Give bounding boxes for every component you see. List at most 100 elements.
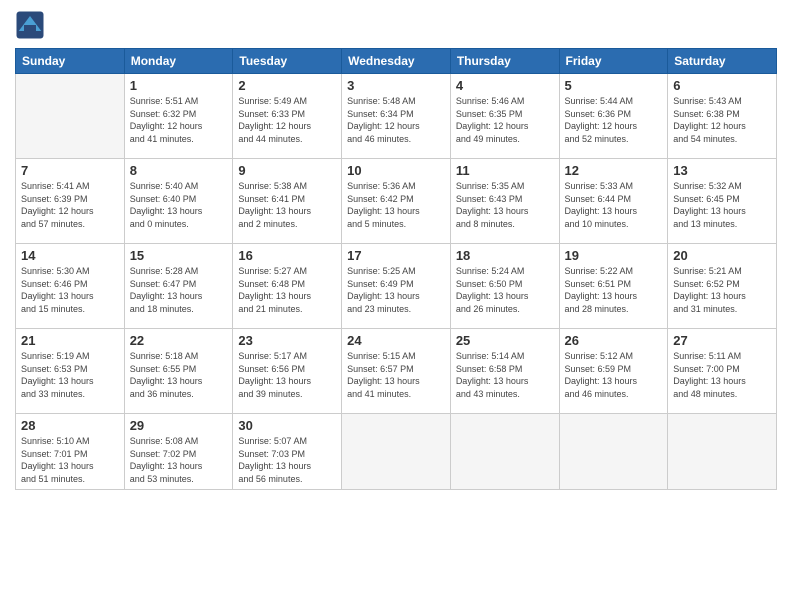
calendar-cell: 25 Sunrise: 5:14 AM Sunset: 6:58 PM Dayli… [450, 329, 559, 414]
calendar-cell: 16Sunrise: 5:27 AM Sunset: 6:48 PM Dayli… [233, 244, 342, 329]
day-number: 7 [21, 163, 119, 178]
calendar-cell: 5 Sunrise: 5:44 AM Sunset: 6:36 PM Daylig… [559, 74, 668, 159]
calendar-cell: 7Sunrise: 5:41 AM Sunset: 6:39 PM Daylig… [16, 159, 125, 244]
day-number: 13 [673, 163, 771, 178]
calendar-cell: 6 Sunrise: 5:43 AM Sunset: 6:38 PM Daylig… [668, 74, 777, 159]
day-number: 9 [238, 163, 336, 178]
day-number: 8 [130, 163, 228, 178]
day-number: 4 [456, 78, 554, 93]
calendar-cell: 17 Sunrise: 5:25 AM Sunset: 6:49 PM Dayli… [342, 244, 451, 329]
calendar-cell: 1 Sunrise: 5:51 AM Sunset: 6:32 PM Daylig… [124, 74, 233, 159]
calendar-cell: 12 Sunrise: 5:33 AM Sunset: 6:44 PM Dayli… [559, 159, 668, 244]
weekday-header-row: SundayMondayTuesdayWednesdayThursdayFrid… [16, 49, 777, 74]
calendar-cell: 14 Sunrise: 5:30 AM Sunset: 6:46 PM Dayli… [16, 244, 125, 329]
calendar-cell: 19 Sunrise: 5:22 AM Sunset: 6:51 PM Dayli… [559, 244, 668, 329]
calendar-cell [16, 74, 125, 159]
calendar-cell: 15 Sunrise: 5:28 AM Sunset: 6:47 PM Dayli… [124, 244, 233, 329]
calendar-table: SundayMondayTuesdayWednesdayThursdayFrid… [15, 48, 777, 490]
calendar-cell: 24 Sunrise: 5:15 AM Sunset: 6:57 PM Dayli… [342, 329, 451, 414]
calendar-cell: 29 Sunrise: 5:08 AM Sunset: 7:02 PM Dayli… [124, 414, 233, 490]
day-number: 18 [456, 248, 554, 263]
weekday-header-friday: Friday [559, 49, 668, 74]
calendar-cell: 18 Sunrise: 5:24 AM Sunset: 6:50 PM Dayli… [450, 244, 559, 329]
day-number: 15 [130, 248, 228, 263]
weekday-header-monday: Monday [124, 49, 233, 74]
day-number: 10 [347, 163, 445, 178]
weekday-header-saturday: Saturday [668, 49, 777, 74]
calendar-cell: 26 Sunrise: 5:12 AM Sunset: 6:59 PM Dayli… [559, 329, 668, 414]
day-number: 28 [21, 418, 119, 433]
day-number: 27 [673, 333, 771, 348]
weekday-header-sunday: Sunday [16, 49, 125, 74]
day-number: 6 [673, 78, 771, 93]
calendar-cell: 20Sunrise: 5:21 AM Sunset: 6:52 PM Dayli… [668, 244, 777, 329]
day-info: Sunrise: 5:44 AM Sunset: 6:36 PM Dayligh… [565, 95, 663, 145]
calendar-cell [668, 414, 777, 490]
day-info: Sunrise: 5:25 AM Sunset: 6:49 PM Dayligh… [347, 265, 445, 315]
calendar-cell [559, 414, 668, 490]
day-info: Sunrise: 5:18 AM Sunset: 6:55 PM Dayligh… [130, 350, 228, 400]
day-info: Sunrise: 5:21 AM Sunset: 6:52 PM Dayligh… [673, 265, 771, 315]
day-info: Sunrise: 5:14 AM Sunset: 6:58 PM Dayligh… [456, 350, 554, 400]
day-number: 25 [456, 333, 554, 348]
day-number: 17 [347, 248, 445, 263]
logo [15, 10, 49, 40]
calendar-cell: 3 Sunrise: 5:48 AM Sunset: 6:34 PM Daylig… [342, 74, 451, 159]
day-info: Sunrise: 5:10 AM Sunset: 7:01 PM Dayligh… [21, 435, 119, 485]
calendar-cell: 8 Sunrise: 5:40 AM Sunset: 6:40 PM Daylig… [124, 159, 233, 244]
day-info: Sunrise: 5:22 AM Sunset: 6:51 PM Dayligh… [565, 265, 663, 315]
week-row-4: 28 Sunrise: 5:10 AM Sunset: 7:01 PM Dayli… [16, 414, 777, 490]
header [15, 10, 777, 40]
calendar-cell [342, 414, 451, 490]
week-row-2: 14 Sunrise: 5:30 AM Sunset: 6:46 PM Dayli… [16, 244, 777, 329]
day-number: 3 [347, 78, 445, 93]
day-number: 23 [238, 333, 336, 348]
calendar-cell: 27 Sunrise: 5:11 AM Sunset: 7:00 PM Dayli… [668, 329, 777, 414]
calendar-cell: 2 Sunrise: 5:49 AM Sunset: 6:33 PM Daylig… [233, 74, 342, 159]
day-number: 2 [238, 78, 336, 93]
calendar-cell: 9 Sunrise: 5:38 AM Sunset: 6:41 PM Daylig… [233, 159, 342, 244]
week-row-0: 1 Sunrise: 5:51 AM Sunset: 6:32 PM Daylig… [16, 74, 777, 159]
day-info: Sunrise: 5:38 AM Sunset: 6:41 PM Dayligh… [238, 180, 336, 230]
calendar-cell [450, 414, 559, 490]
weekday-header-thursday: Thursday [450, 49, 559, 74]
day-info: Sunrise: 5:08 AM Sunset: 7:02 PM Dayligh… [130, 435, 228, 485]
day-info: Sunrise: 5:35 AM Sunset: 6:43 PM Dayligh… [456, 180, 554, 230]
day-info: Sunrise: 5:15 AM Sunset: 6:57 PM Dayligh… [347, 350, 445, 400]
day-number: 19 [565, 248, 663, 263]
day-number: 11 [456, 163, 554, 178]
calendar-cell: 23 Sunrise: 5:17 AM Sunset: 6:56 PM Dayli… [233, 329, 342, 414]
day-info: Sunrise: 5:24 AM Sunset: 6:50 PM Dayligh… [456, 265, 554, 315]
day-number: 21 [21, 333, 119, 348]
main-container: SundayMondayTuesdayWednesdayThursdayFrid… [0, 0, 792, 500]
day-info: Sunrise: 5:43 AM Sunset: 6:38 PM Dayligh… [673, 95, 771, 145]
day-info: Sunrise: 5:17 AM Sunset: 6:56 PM Dayligh… [238, 350, 336, 400]
day-info: Sunrise: 5:40 AM Sunset: 6:40 PM Dayligh… [130, 180, 228, 230]
day-info: Sunrise: 5:51 AM Sunset: 6:32 PM Dayligh… [130, 95, 228, 145]
day-info: Sunrise: 5:28 AM Sunset: 6:47 PM Dayligh… [130, 265, 228, 315]
day-number: 12 [565, 163, 663, 178]
day-number: 24 [347, 333, 445, 348]
calendar-cell: 11 Sunrise: 5:35 AM Sunset: 6:43 PM Dayli… [450, 159, 559, 244]
day-info: Sunrise: 5:11 AM Sunset: 7:00 PM Dayligh… [673, 350, 771, 400]
day-info: Sunrise: 5:30 AM Sunset: 6:46 PM Dayligh… [21, 265, 119, 315]
day-info: Sunrise: 5:48 AM Sunset: 6:34 PM Dayligh… [347, 95, 445, 145]
day-number: 22 [130, 333, 228, 348]
day-info: Sunrise: 5:33 AM Sunset: 6:44 PM Dayligh… [565, 180, 663, 230]
day-info: Sunrise: 5:07 AM Sunset: 7:03 PM Dayligh… [238, 435, 336, 485]
day-info: Sunrise: 5:12 AM Sunset: 6:59 PM Dayligh… [565, 350, 663, 400]
day-number: 14 [21, 248, 119, 263]
week-row-3: 21 Sunrise: 5:19 AM Sunset: 6:53 PM Dayli… [16, 329, 777, 414]
day-number: 29 [130, 418, 228, 433]
logo-icon [15, 10, 45, 40]
day-info: Sunrise: 5:49 AM Sunset: 6:33 PM Dayligh… [238, 95, 336, 145]
day-info: Sunrise: 5:32 AM Sunset: 6:45 PM Dayligh… [673, 180, 771, 230]
day-number: 1 [130, 78, 228, 93]
calendar-cell: 10Sunrise: 5:36 AM Sunset: 6:42 PM Dayli… [342, 159, 451, 244]
day-number: 5 [565, 78, 663, 93]
day-number: 26 [565, 333, 663, 348]
day-info: Sunrise: 5:27 AM Sunset: 6:48 PM Dayligh… [238, 265, 336, 315]
weekday-header-tuesday: Tuesday [233, 49, 342, 74]
calendar-cell: 4Sunrise: 5:46 AM Sunset: 6:35 PM Daylig… [450, 74, 559, 159]
day-info: Sunrise: 5:19 AM Sunset: 6:53 PM Dayligh… [21, 350, 119, 400]
